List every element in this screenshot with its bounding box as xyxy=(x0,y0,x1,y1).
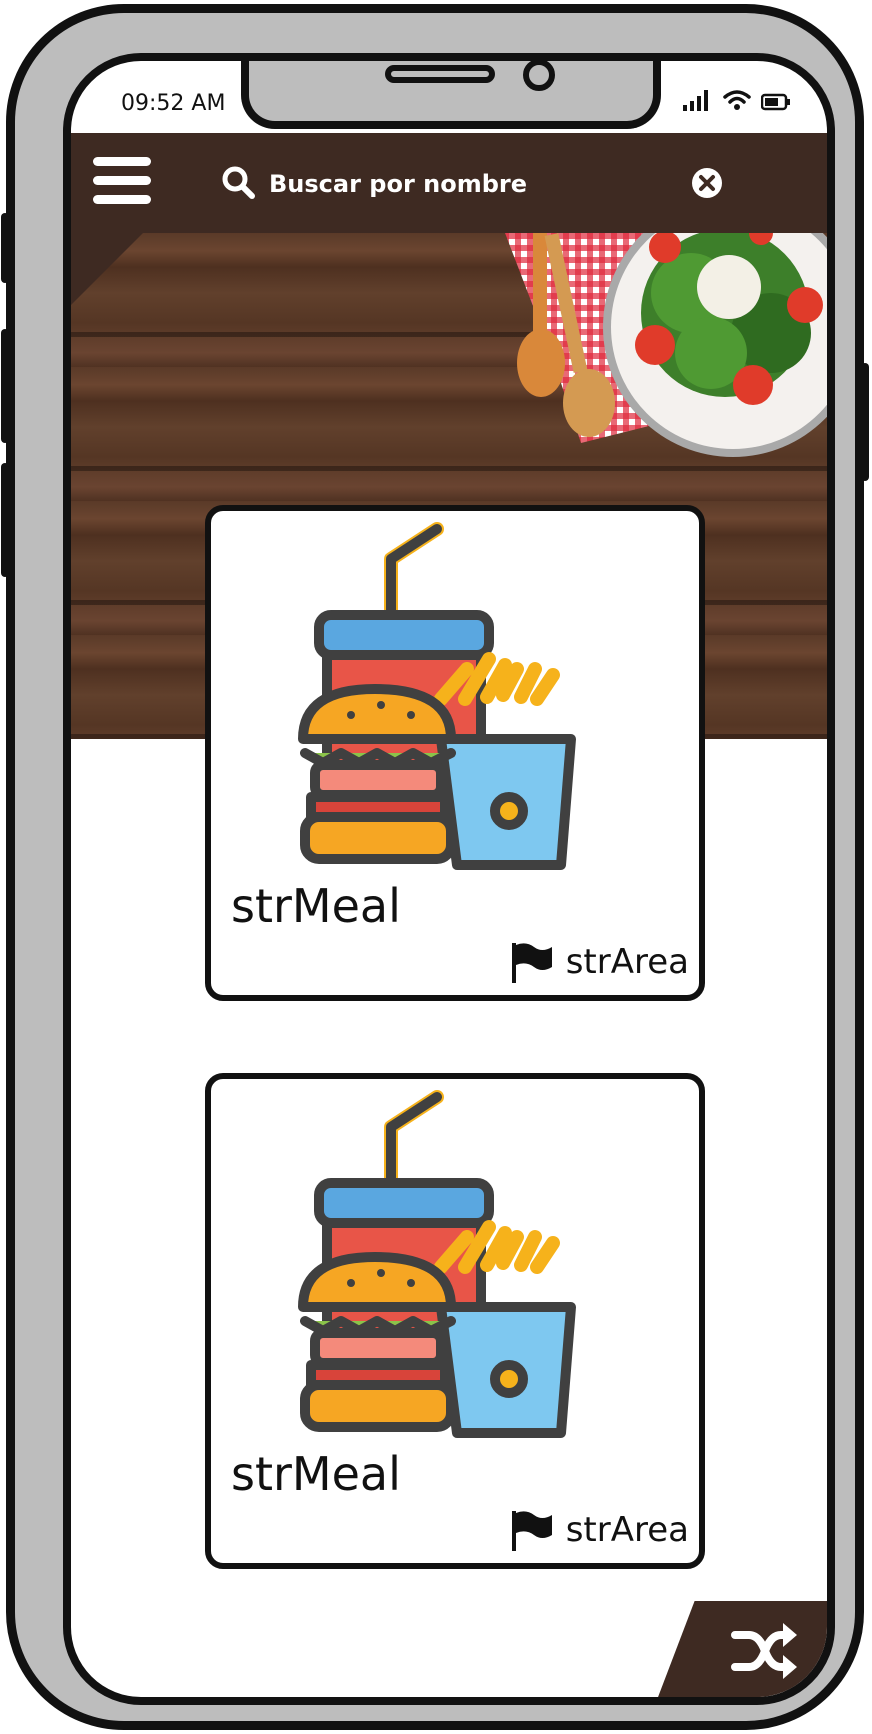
side-button-left-mid xyxy=(1,329,9,443)
side-button-left-low xyxy=(1,463,9,577)
meal-card[interactable]: strMeal strArea xyxy=(205,505,705,1001)
meal-title: strMeal xyxy=(231,1447,401,1501)
shuffle-icon xyxy=(731,1623,797,1679)
phone-frame: 09:52 AM Buscar por nombre strMeal strAr… xyxy=(1,4,869,1730)
flag-icon xyxy=(511,943,552,983)
meal-area: strArea xyxy=(510,1509,689,1551)
side-button-left-top xyxy=(1,213,9,283)
fast-food-illustration xyxy=(298,1090,576,1438)
side-button-right xyxy=(861,363,869,481)
meal-title: strMeal xyxy=(231,879,401,933)
phone-screen: 09:52 AM Buscar por nombre strMeal strAr… xyxy=(63,53,835,1705)
fast-food-illustration xyxy=(298,522,576,870)
flag-icon xyxy=(511,1511,552,1551)
meal-list: strMeal strArea strMeal strArea xyxy=(71,61,827,1697)
meal-area: strArea xyxy=(510,941,689,983)
meal-card[interactable]: strMeal strArea xyxy=(205,1073,705,1569)
meal-area-label: strArea xyxy=(565,1510,689,1550)
meal-area-label: strArea xyxy=(565,942,689,982)
